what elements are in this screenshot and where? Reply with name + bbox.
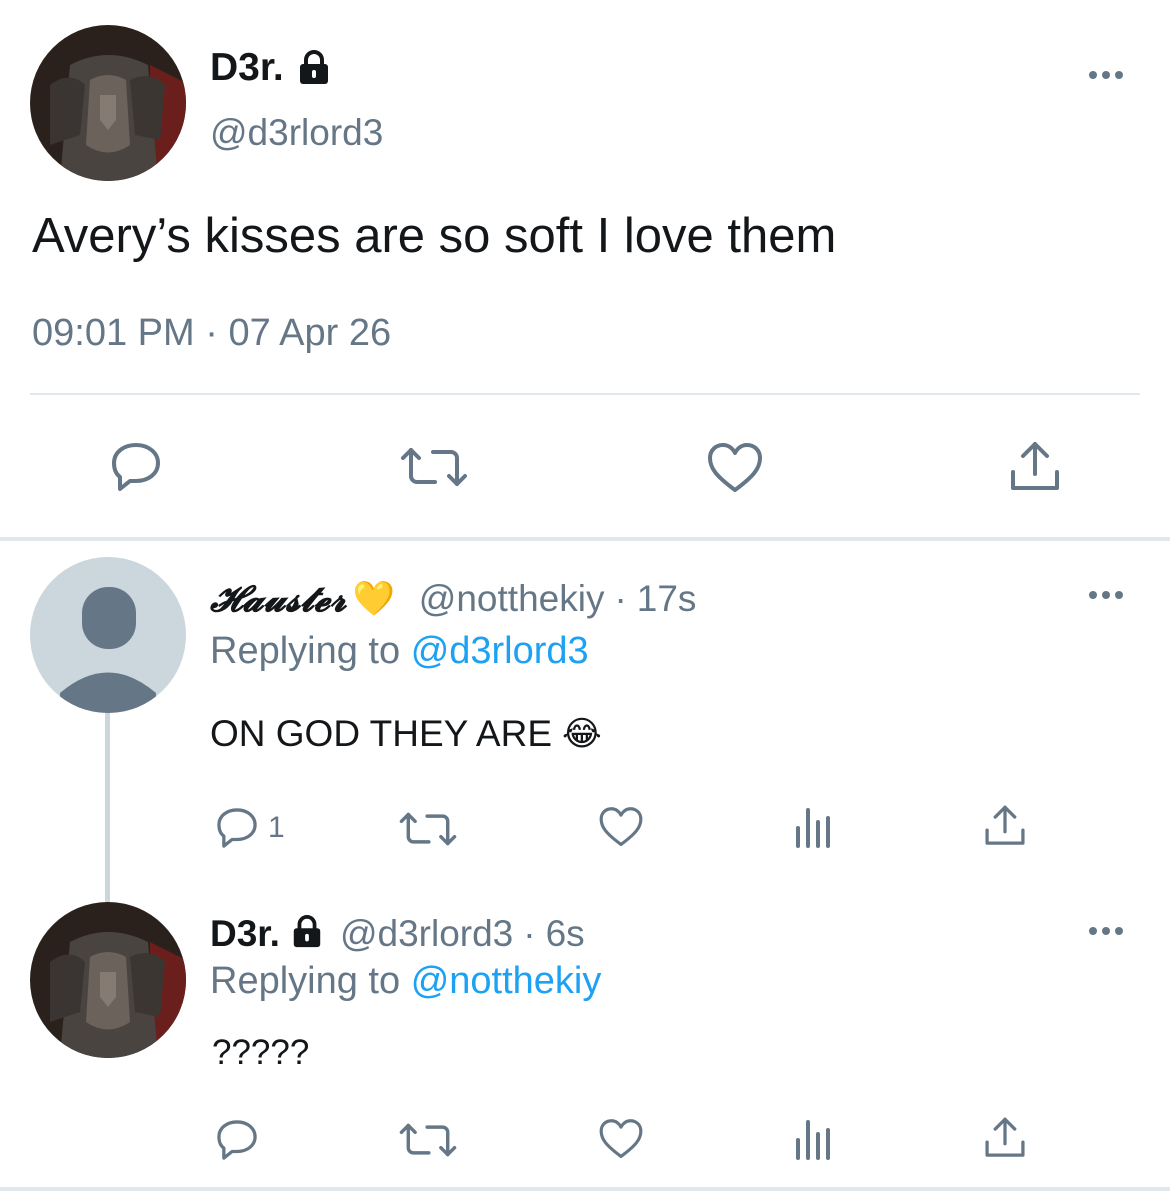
reply2-more-button[interactable] <box>1089 924 1129 938</box>
laughing-emoji-icon: 😂 <box>562 715 602 753</box>
section-divider <box>0 537 1170 541</box>
like-icon[interactable] <box>598 806 644 848</box>
reply1-time: 17s <box>636 578 697 619</box>
reply1-avatar[interactable] <box>30 557 186 713</box>
main-name-row: D3r. <box>210 45 332 91</box>
reply2-replying-to-link[interactable]: @notthekiy <box>411 960 602 1002</box>
analytics-icon[interactable] <box>794 806 832 848</box>
like-icon[interactable] <box>598 1118 644 1160</box>
reply-icon[interactable] <box>108 441 164 493</box>
retweet-icon[interactable] <box>398 1122 458 1158</box>
reply-icon <box>217 808 257 848</box>
more-dot-icon <box>1089 927 1097 935</box>
replying-label: Replying to <box>210 960 401 1002</box>
reply1-replying-to-link[interactable]: @d3rlord3 <box>411 630 589 672</box>
reply-icon[interactable] <box>214 1118 260 1162</box>
main-display-name[interactable]: D3r. <box>210 46 284 90</box>
analytics-icon[interactable] <box>794 1118 832 1160</box>
reply1-replying-line: Replying to @d3rlord3 <box>210 630 589 673</box>
reply1-text: ON GOD THEY ARE <box>210 713 552 754</box>
more-dot-icon <box>1089 591 1097 599</box>
reply1-header: 𝓗𝓪𝓾𝓼𝓽𝓮𝓻 💛 @notthekiy · 17s <box>210 575 696 623</box>
lock-icon <box>290 914 324 954</box>
reply2-text: ????? <box>212 1033 310 1072</box>
reply2-avatar[interactable] <box>30 902 186 1058</box>
share-icon[interactable] <box>1008 440 1062 494</box>
reply1-handle[interactable]: @notthekiy <box>419 578 605 620</box>
main-tweet-text: Avery’s kisses are so soft I love them <box>32 209 837 263</box>
lock-icon <box>296 50 332 86</box>
main-handle[interactable]: @d3rlord3 <box>210 112 383 154</box>
thread-line <box>105 713 110 903</box>
more-dot-icon <box>1089 71 1097 79</box>
main-more-button[interactable] <box>1089 68 1129 82</box>
reply1-display-name[interactable]: 𝓗𝓪𝓾𝓼𝓽𝓮𝓻 <box>210 578 346 621</box>
bottom-divider <box>0 1187 1170 1191</box>
reply2-replying-line: Replying to @notthekiy <box>210 960 601 1003</box>
reply2-separator: · <box>523 913 536 954</box>
default-profile-icon <box>30 557 186 713</box>
main-date: 07 Apr 26 <box>228 312 392 354</box>
reply1-separator: · <box>614 578 627 619</box>
retweet-icon[interactable] <box>399 446 469 488</box>
reply2-time: 6s <box>545 913 585 954</box>
timestamp-separator: · <box>205 312 218 354</box>
reply1-reply-count: 1 <box>268 811 285 844</box>
share-icon[interactable] <box>983 803 1027 849</box>
retweet-icon[interactable] <box>398 811 458 847</box>
armored-knight-avatar <box>30 25 186 181</box>
main-timestamp: 09:01 PM · 07 Apr 26 <box>32 312 391 355</box>
replying-label: Replying to <box>210 630 401 672</box>
like-icon[interactable] <box>706 442 764 494</box>
reply2-display-name[interactable]: D3r. <box>210 913 280 955</box>
reply1-reply-button[interactable]: 1 <box>214 806 285 850</box>
main-time: 09:01 PM <box>32 312 195 354</box>
share-icon[interactable] <box>983 1115 1027 1161</box>
main-avatar[interactable] <box>30 25 186 181</box>
reply1-text-row: ON GOD THEY ARE 😂 <box>210 713 602 755</box>
heart-emoji-icon: 💛 <box>352 580 395 618</box>
reply2-header: D3r. @d3rlord3 · 6s <box>210 910 585 958</box>
armored-knight-avatar <box>30 902 186 1058</box>
reply1-more-button[interactable] <box>1089 588 1129 602</box>
reply2-handle[interactable]: @d3rlord3 <box>340 913 513 955</box>
main-divider <box>30 393 1140 395</box>
